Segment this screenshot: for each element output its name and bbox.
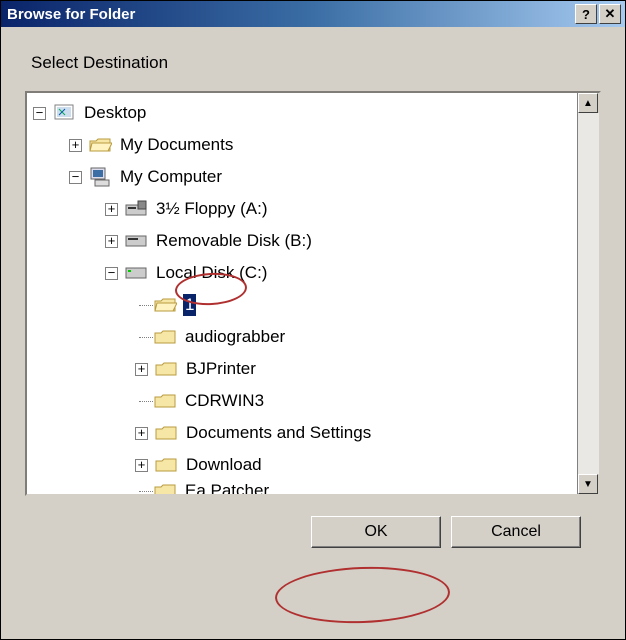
tree-label: CDRWIN3 <box>183 390 266 412</box>
tree-item-cdrwin3[interactable]: CDRWIN3 <box>33 385 577 417</box>
expand-toggle[interactable]: + <box>105 235 118 248</box>
tree-label: Ea Patcher <box>183 481 271 494</box>
annotation-ellipse <box>274 564 451 626</box>
scrollbar-track[interactable] <box>578 113 599 474</box>
tree-label: Removable Disk (B:) <box>154 230 314 252</box>
expand-toggle[interactable]: + <box>135 363 148 376</box>
tree-label: Desktop <box>82 102 148 124</box>
tree-item-floppy[interactable]: + 3½ Floppy (A:) <box>33 193 577 225</box>
computer-icon <box>88 166 112 188</box>
tree-item-folder-1[interactable]: 1 <box>33 289 577 321</box>
folder-open-icon <box>153 294 177 316</box>
question-icon: ? <box>582 7 590 22</box>
hard-disk-icon <box>124 262 148 284</box>
tree-item-my-documents[interactable]: + My Documents <box>33 129 577 161</box>
expand-toggle[interactable]: + <box>135 427 148 440</box>
close-icon: ✕ <box>605 6 616 22</box>
tree-item-audiograbber[interactable]: audiograbber <box>33 321 577 353</box>
folder-icon <box>153 326 177 348</box>
tree-item-bjprinter[interactable]: + BJPrinter <box>33 353 577 385</box>
tree-label: My Documents <box>118 134 235 156</box>
folder-icon <box>154 454 178 476</box>
window-title: Browse for Folder <box>5 6 575 23</box>
folder-icon <box>154 422 178 444</box>
expand-toggle[interactable]: + <box>135 459 148 472</box>
removable-disk-icon <box>124 230 148 252</box>
tree-item-eapatcher[interactable]: Ea Patcher <box>33 481 577 494</box>
floppy-drive-icon <box>124 198 148 220</box>
tree-label: Download <box>184 454 264 476</box>
expand-toggle[interactable]: + <box>69 139 82 152</box>
folder-open-icon <box>88 134 112 156</box>
tree-label: Local Disk (C:) <box>154 262 269 284</box>
help-button[interactable]: ? <box>575 4 597 24</box>
cancel-button[interactable]: Cancel <box>451 516 581 548</box>
tree-item-download[interactable]: + Download <box>33 449 577 481</box>
scroll-down-button[interactable]: ▼ <box>578 474 598 494</box>
titlebar: Browse for Folder ? ✕ <box>1 1 625 27</box>
collapse-toggle[interactable]: − <box>33 107 46 120</box>
vertical-scrollbar[interactable]: ▲ ▼ <box>577 93 599 494</box>
arrow-up-icon: ▲ <box>583 98 593 109</box>
tree-item-docs-settings[interactable]: + Documents and Settings <box>33 417 577 449</box>
folder-tree[interactable]: − Desktop + My Documents <box>25 91 601 496</box>
collapse-toggle[interactable]: − <box>69 171 82 184</box>
tree-label: Documents and Settings <box>184 422 373 444</box>
tree-item-desktop[interactable]: − Desktop <box>33 97 577 129</box>
tree-label: audiograbber <box>183 326 287 348</box>
tree-item-removable[interactable]: + Removable Disk (B:) <box>33 225 577 257</box>
folder-icon <box>153 390 177 412</box>
tree-label: BJPrinter <box>184 358 258 380</box>
close-button[interactable]: ✕ <box>599 4 621 24</box>
instruction-label: Select Destination <box>31 53 595 73</box>
tree-label: My Computer <box>118 166 224 188</box>
expand-toggle[interactable]: + <box>105 203 118 216</box>
tree-item-local-c[interactable]: − Local Disk (C:) <box>33 257 577 289</box>
ok-button[interactable]: OK <box>311 516 441 548</box>
tree-item-my-computer[interactable]: − My Computer <box>33 161 577 193</box>
folder-icon <box>153 481 177 494</box>
browse-folder-dialog: Browse for Folder ? ✕ Select Destination… <box>0 0 626 640</box>
arrow-down-icon: ▼ <box>583 479 593 490</box>
tree-label-selected: 1 <box>183 294 196 316</box>
tree-label: 3½ Floppy (A:) <box>154 198 270 220</box>
scroll-up-button[interactable]: ▲ <box>578 93 598 113</box>
desktop-icon <box>52 102 76 124</box>
collapse-toggle[interactable]: − <box>105 267 118 280</box>
folder-icon <box>154 358 178 380</box>
